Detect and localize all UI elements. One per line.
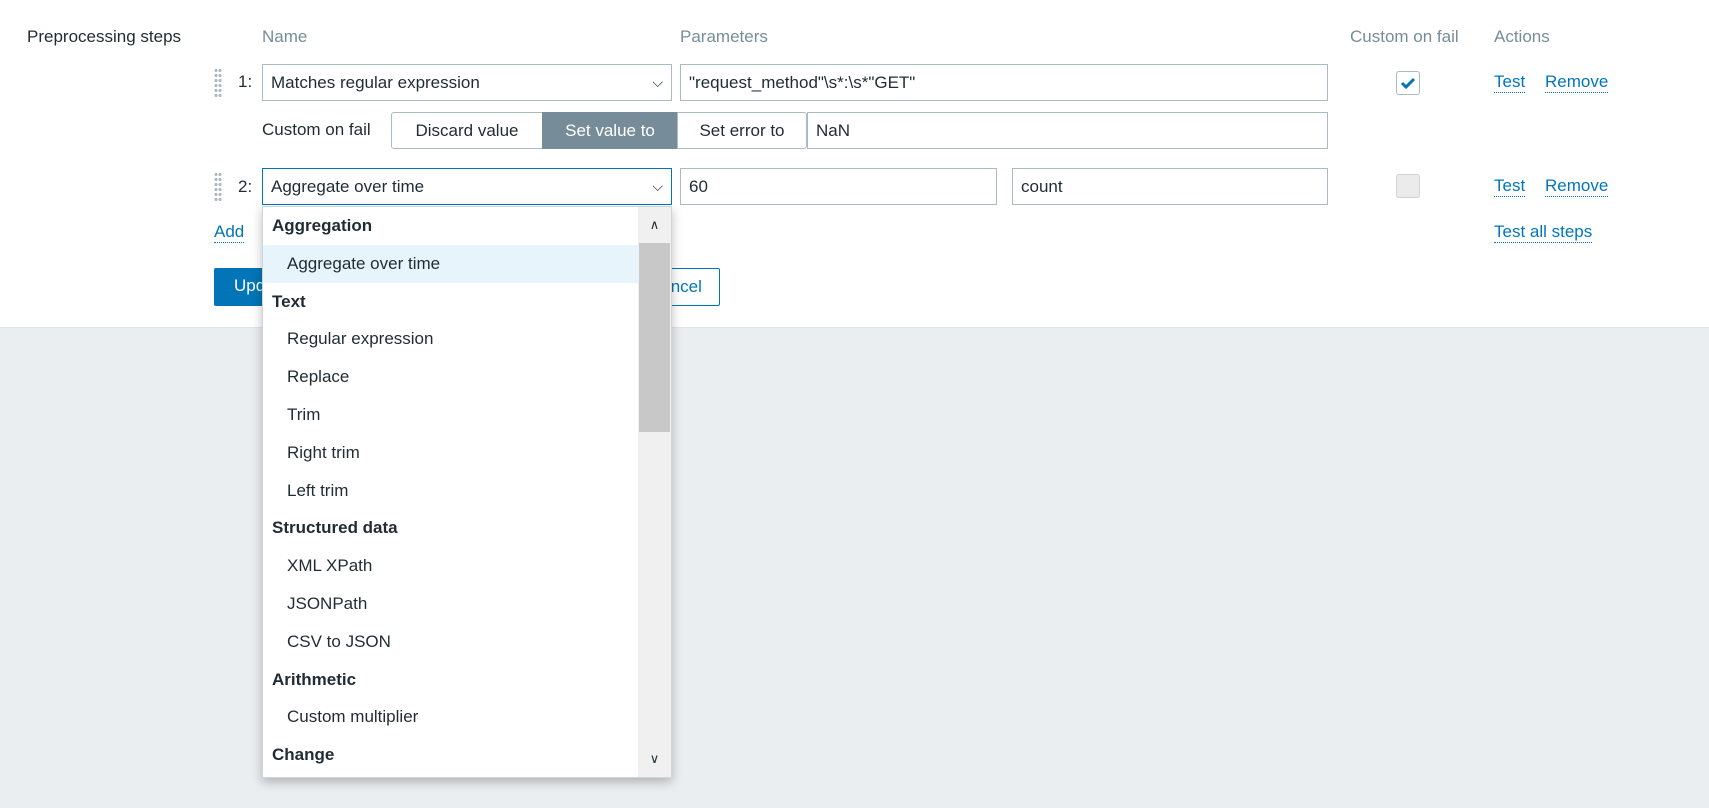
remove-link[interactable]: Remove	[1545, 72, 1609, 93]
dropdown-option[interactable]: JSONPath	[263, 585, 639, 623]
step-number: 1:	[238, 72, 253, 91]
option-group-header: Change	[272, 745, 335, 765]
dropdown-option[interactable]: Trim	[263, 396, 639, 434]
discard-value-option[interactable]: Discard value	[391, 112, 543, 149]
test-all-steps-link[interactable]: Test all steps	[1494, 222, 1593, 243]
select-value: Aggregate over time	[271, 177, 425, 196]
set-error-to-option[interactable]: Set error to	[677, 112, 807, 149]
col-header-actions: Actions	[1494, 27, 1550, 46]
remove-link[interactable]: Remove	[1545, 176, 1609, 197]
dropdown-option[interactable]: CSV to JSON	[263, 623, 639, 661]
scrollbar-thumb[interactable]	[639, 243, 670, 432]
step-type-select[interactable]: Matches regular expression ⌵	[262, 64, 672, 101]
dropdown-option[interactable]: XML XPath	[263, 547, 639, 585]
input-value: 60	[689, 177, 708, 196]
dropdown-option[interactable]: Aggregate over time	[263, 244, 639, 283]
option-group-header: Structured data	[272, 518, 398, 538]
scroll-up-icon[interactable]: ∧	[638, 207, 671, 243]
custom-on-fail-checkbox[interactable]	[1396, 71, 1420, 95]
col-header-custom-on-fail: Custom on fail	[1350, 27, 1459, 46]
custom-value-input[interactable]: NaN	[807, 112, 1328, 149]
checkmark-icon	[1400, 77, 1416, 90]
scrollbar[interactable]: ∧ ∨	[638, 207, 671, 777]
custom-on-fail-label: Custom on fail	[262, 120, 371, 139]
input-value: "request_method"\s*:\s*"GET"	[689, 73, 916, 92]
step-number: 2:	[238, 177, 253, 196]
drag-handle-icon[interactable]	[214, 68, 222, 98]
field-label: Preprocessing steps	[27, 27, 182, 46]
col-header-name: Name	[262, 27, 308, 46]
input-value: count	[1021, 177, 1063, 196]
param-input-function[interactable]: count	[1012, 168, 1328, 205]
option-group-header: Text	[272, 291, 306, 311]
param-input[interactable]: "request_method"\s*:\s*"GET"	[680, 64, 1328, 101]
drag-handle-icon[interactable]	[214, 172, 222, 202]
set-value-to-option[interactable]: Set value to	[542, 112, 678, 149]
custom-on-fail-checkbox[interactable]	[1396, 174, 1420, 198]
scroll-down-icon[interactable]: ∨	[638, 741, 671, 777]
select-value: Matches regular expression	[271, 73, 480, 92]
test-link[interactable]: Test	[1494, 72, 1526, 93]
input-value: NaN	[816, 121, 851, 140]
chevron-down-icon: ⌵	[652, 74, 663, 90]
dropdown-option[interactable]: Right trim	[263, 434, 639, 472]
add-step-link[interactable]: Add	[214, 222, 245, 243]
dropdown-option[interactable]: Custom multiplier	[263, 698, 639, 736]
chevron-down-icon: ⌵	[652, 178, 663, 194]
dropdown-option[interactable]: Replace	[263, 358, 639, 396]
param-input-interval[interactable]: 60	[680, 168, 997, 205]
dropdown-option[interactable]: Regular expression	[263, 320, 639, 358]
col-header-parameters: Parameters	[680, 27, 768, 46]
step-type-select[interactable]: Aggregate over time ⌵	[262, 168, 672, 205]
test-link[interactable]: Test	[1494, 176, 1526, 197]
option-group-header: Arithmetic	[272, 669, 357, 689]
step-type-dropdown[interactable]: ∧ ∨ Aggregation Aggregate over time Text Re…	[262, 206, 672, 778]
option-group-header: Aggregation	[272, 216, 373, 235]
dropdown-option[interactable]: Left trim	[263, 472, 639, 510]
